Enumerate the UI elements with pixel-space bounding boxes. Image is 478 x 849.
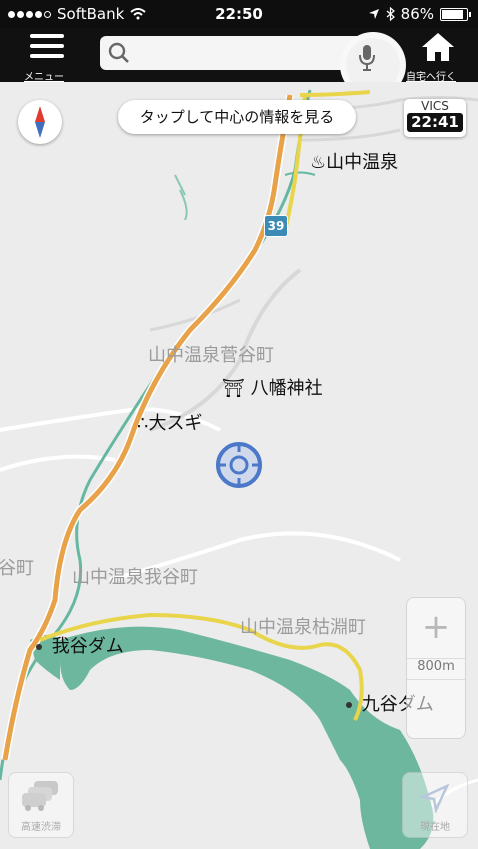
home-button[interactable]: 自宅へ行く [404,28,474,83]
area-label-sugatani: 山中温泉菅谷町 [148,345,274,366]
poi-dam-a[interactable]: 我谷ダム [36,632,124,658]
top-bar: メニュー 自宅へ行く [0,28,478,83]
location-arrow-icon [368,9,379,19]
battery-percent: 86% [400,5,434,23]
traffic-jam-button[interactable]: 高速渋滞 [8,772,74,838]
bluetooth-icon [386,7,395,21]
poi-cedar-label: 大スギ [148,413,203,434]
compass-button[interactable] [18,100,62,144]
poi-onsen-label: 山中温泉 [326,152,399,173]
compass-icon [35,106,45,138]
area-label-kabuchi: 山中温泉枯淵町 [240,617,366,638]
status-bar: SoftBank 22:50 86% [0,0,478,28]
center-info-tip[interactable]: タップして中心の情報を見る [118,100,356,134]
status-right: 86% [368,5,471,23]
area-label-left-edge: 谷町 [0,558,34,579]
menu-button[interactable]: メニュー [20,28,74,83]
poi-onsen[interactable]: ♨山中温泉 [310,148,398,174]
poi-shrine-label: 八幡神社 [250,378,323,399]
traffic-car-icon [22,781,58,811]
tree-icon: ∴ [137,413,149,434]
current-location-label: 現在地 [420,822,450,833]
vics-time: 22:41 [407,113,463,132]
zoom-out-button[interactable] [407,682,465,732]
onsen-icon: ♨ [310,152,327,173]
current-location-button[interactable]: 現在地 [402,772,468,838]
zoom-control: + 800m [406,597,466,739]
battery-icon [440,7,471,21]
menu-label: メニュー [24,72,64,83]
shrine-icon: ⛩ [222,378,245,399]
search-input[interactable] [140,40,344,66]
area-label-wagatani: 山中温泉我谷町 [72,567,198,588]
map-scale: 800m [407,658,465,680]
vics-badge[interactable]: VICS 22:41 [404,99,466,137]
poi-cedar[interactable]: ∴大スギ [137,409,202,435]
search-icon [108,42,129,63]
zoom-in-button[interactable]: + [407,598,465,656]
vics-label: VICS [421,99,449,113]
battery-fill [442,9,463,19]
poi-shrine[interactable]: ⛩ 八幡神社 [222,374,323,400]
poi-dam-a-label: 我谷ダム [51,636,124,657]
navigation-arrow-icon [420,783,450,813]
traffic-jam-label: 高速渋滞 [21,822,61,833]
home-icon [422,33,454,61]
microphone-icon [359,45,375,71]
route-shield: 39 [264,215,288,237]
home-label: 自宅へ行く [406,72,456,83]
